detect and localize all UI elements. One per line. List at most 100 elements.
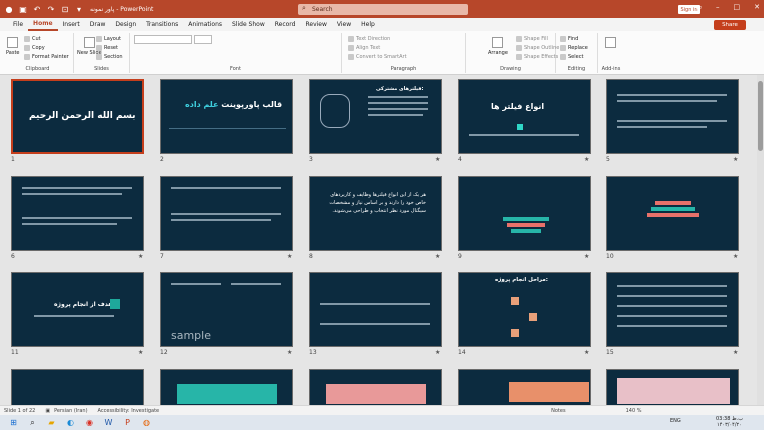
share-button[interactable]: Share (714, 20, 746, 30)
slide-thumb-17[interactable] (160, 369, 293, 405)
slide-thumb-19[interactable] (458, 369, 591, 405)
tab-file[interactable]: File (8, 18, 28, 31)
edge-icon[interactable]: ◐ (65, 417, 76, 428)
arrange-button[interactable]: Arrange (488, 37, 508, 56)
notes-button[interactable]: Notes (551, 408, 565, 414)
select-button[interactable]: Select (560, 54, 583, 60)
spellcheck-icon[interactable]: ▣ (45, 408, 50, 414)
addins-group: Add-ins (598, 33, 624, 73)
text-direction-button[interactable]: Text Direction (348, 36, 390, 42)
redo-icon[interactable]: ↷ (46, 4, 56, 14)
slide-thumb-5[interactable] (606, 79, 739, 154)
tab-review[interactable]: Review (300, 18, 331, 31)
vertical-scrollbar[interactable] (757, 75, 764, 405)
reset-button[interactable]: Reset (96, 45, 118, 51)
save-icon[interactable]: ▣ (18, 4, 28, 14)
shape-fill-label: Shape Fill (524, 36, 548, 42)
decor-square (110, 299, 120, 309)
layout-button[interactable]: Layout (96, 36, 121, 42)
tab-draw[interactable]: Draw (85, 18, 111, 31)
tab-insert[interactable]: Insert (58, 18, 85, 31)
slide-thumb-20[interactable] (606, 369, 739, 405)
close-icon[interactable]: ✕ (754, 3, 760, 11)
search-taskbar-icon[interactable]: ⌕ (27, 417, 38, 428)
text-line (617, 295, 727, 297)
input-language[interactable]: ENG (670, 418, 681, 424)
shape-fill-button[interactable]: Shape Fill (516, 36, 548, 42)
pyramid-bar (511, 229, 541, 233)
shape-effects-button[interactable]: Shape Effects (516, 54, 558, 60)
language-indicator[interactable]: Persian (Iran) (54, 408, 87, 414)
slide-thumb-16[interactable] (11, 369, 144, 405)
slide-thumb-7[interactable] (160, 176, 293, 251)
tab-slide-show[interactable]: Slide Show (227, 18, 270, 31)
content-box (326, 384, 426, 404)
slide-thumb-13[interactable] (309, 272, 442, 347)
slide-title: بسم الله الرحمن الرحیم (29, 111, 136, 121)
find-button[interactable]: Find (560, 36, 578, 42)
font-size-field[interactable] (194, 35, 212, 44)
slide-thumb-1[interactable]: بسم الله الرحمن الرحیم (11, 79, 144, 154)
transition-star-icon: ★ (287, 253, 293, 260)
start-from-beginning-icon[interactable]: ⊡ (60, 4, 70, 14)
share-label: Share (722, 22, 738, 28)
tab-transitions[interactable]: Transitions (141, 18, 183, 31)
slide-thumb-14[interactable]: مراحل انجام پروژه: (458, 272, 591, 347)
powerpoint-app-icon[interactable]: P (122, 417, 133, 428)
format-painter-icon (24, 54, 30, 60)
shape-outline-button[interactable]: Shape Outline (516, 45, 559, 51)
tab-record[interactable]: Record (270, 18, 301, 31)
convert-smartart-button[interactable]: Convert to SmartArt (348, 54, 407, 60)
slide-thumb-15[interactable] (606, 272, 739, 347)
tab-home[interactable]: Home (28, 18, 58, 31)
copy-button[interactable]: Copy (24, 45, 45, 51)
tab-view[interactable]: View (332, 18, 356, 31)
accessibility-status[interactable]: Accessibility: Investigate (98, 408, 160, 414)
text-line (617, 126, 707, 128)
text-line (469, 134, 579, 136)
text-line (22, 223, 117, 225)
word-icon[interactable]: W (103, 417, 114, 428)
slide-thumb-2[interactable]: قالب پاورپوینت علم داده (160, 79, 293, 154)
slide-thumb-11[interactable]: هدف از انجام پروژه: (11, 272, 144, 347)
zoom-level[interactable]: 140 % (626, 408, 642, 414)
cut-button[interactable]: Cut (24, 36, 41, 42)
chrome-icon[interactable]: ◉ (84, 417, 95, 428)
slide-thumb-18[interactable] (309, 369, 442, 405)
pyramid-bar (507, 223, 545, 227)
search-box[interactable]: ⌕ Search (298, 4, 468, 15)
slide-thumb-8[interactable]: هر یک از این انواع فیلترها وظایف و کاربر… (309, 176, 442, 251)
slide-thumb-12[interactable]: sample (160, 272, 293, 347)
scrollbar-thumb[interactable] (758, 81, 763, 151)
customize-qat-icon[interactable]: ▾ (74, 4, 84, 14)
maximize-icon[interactable]: □ (734, 3, 741, 11)
section-button[interactable]: Section (96, 54, 123, 60)
slide-thumb-9[interactable] (458, 176, 591, 251)
autosave-icon[interactable]: ● (4, 4, 14, 14)
paste-button[interactable]: Paste (6, 37, 20, 56)
format-painter-button[interactable]: Format Painter (24, 54, 69, 60)
shape-effects-icon (516, 54, 522, 60)
text-line (171, 213, 281, 215)
firefox-icon[interactable]: ◍ (141, 417, 152, 428)
cut-label: Cut (32, 36, 41, 42)
slide-number: 9 (458, 253, 462, 260)
undo-icon[interactable]: ↶ (32, 4, 42, 14)
file-explorer-icon[interactable]: ▰ (46, 417, 57, 428)
font-name-field[interactable] (134, 35, 192, 44)
ribbon-display-icon[interactable]: ▭ (695, 3, 702, 11)
slide-thumb-4[interactable]: انواع فیلتر ها (458, 79, 591, 154)
tab-animations[interactable]: Animations (183, 18, 227, 31)
addins-button[interactable] (605, 37, 616, 48)
tab-help[interactable]: Help (356, 18, 380, 31)
slide-thumb-10[interactable] (606, 176, 739, 251)
tab-design[interactable]: Design (110, 18, 141, 31)
minimize-icon[interactable]: – (716, 3, 720, 11)
slides-group: New Slide Layout Reset Section Slides (74, 33, 130, 73)
slide-thumb-6[interactable] (11, 176, 144, 251)
windows-start-icon[interactable]: ⊞ (8, 417, 19, 428)
clock[interactable]: 03:38 ب.ظ ۱۴۰۳/۰۴/۲۰ (716, 416, 743, 428)
replace-button[interactable]: Replace (560, 45, 588, 51)
align-text-button[interactable]: Align Text (348, 45, 380, 51)
slide-thumb-3[interactable]: فیلترهای مشترکی: (309, 79, 442, 154)
